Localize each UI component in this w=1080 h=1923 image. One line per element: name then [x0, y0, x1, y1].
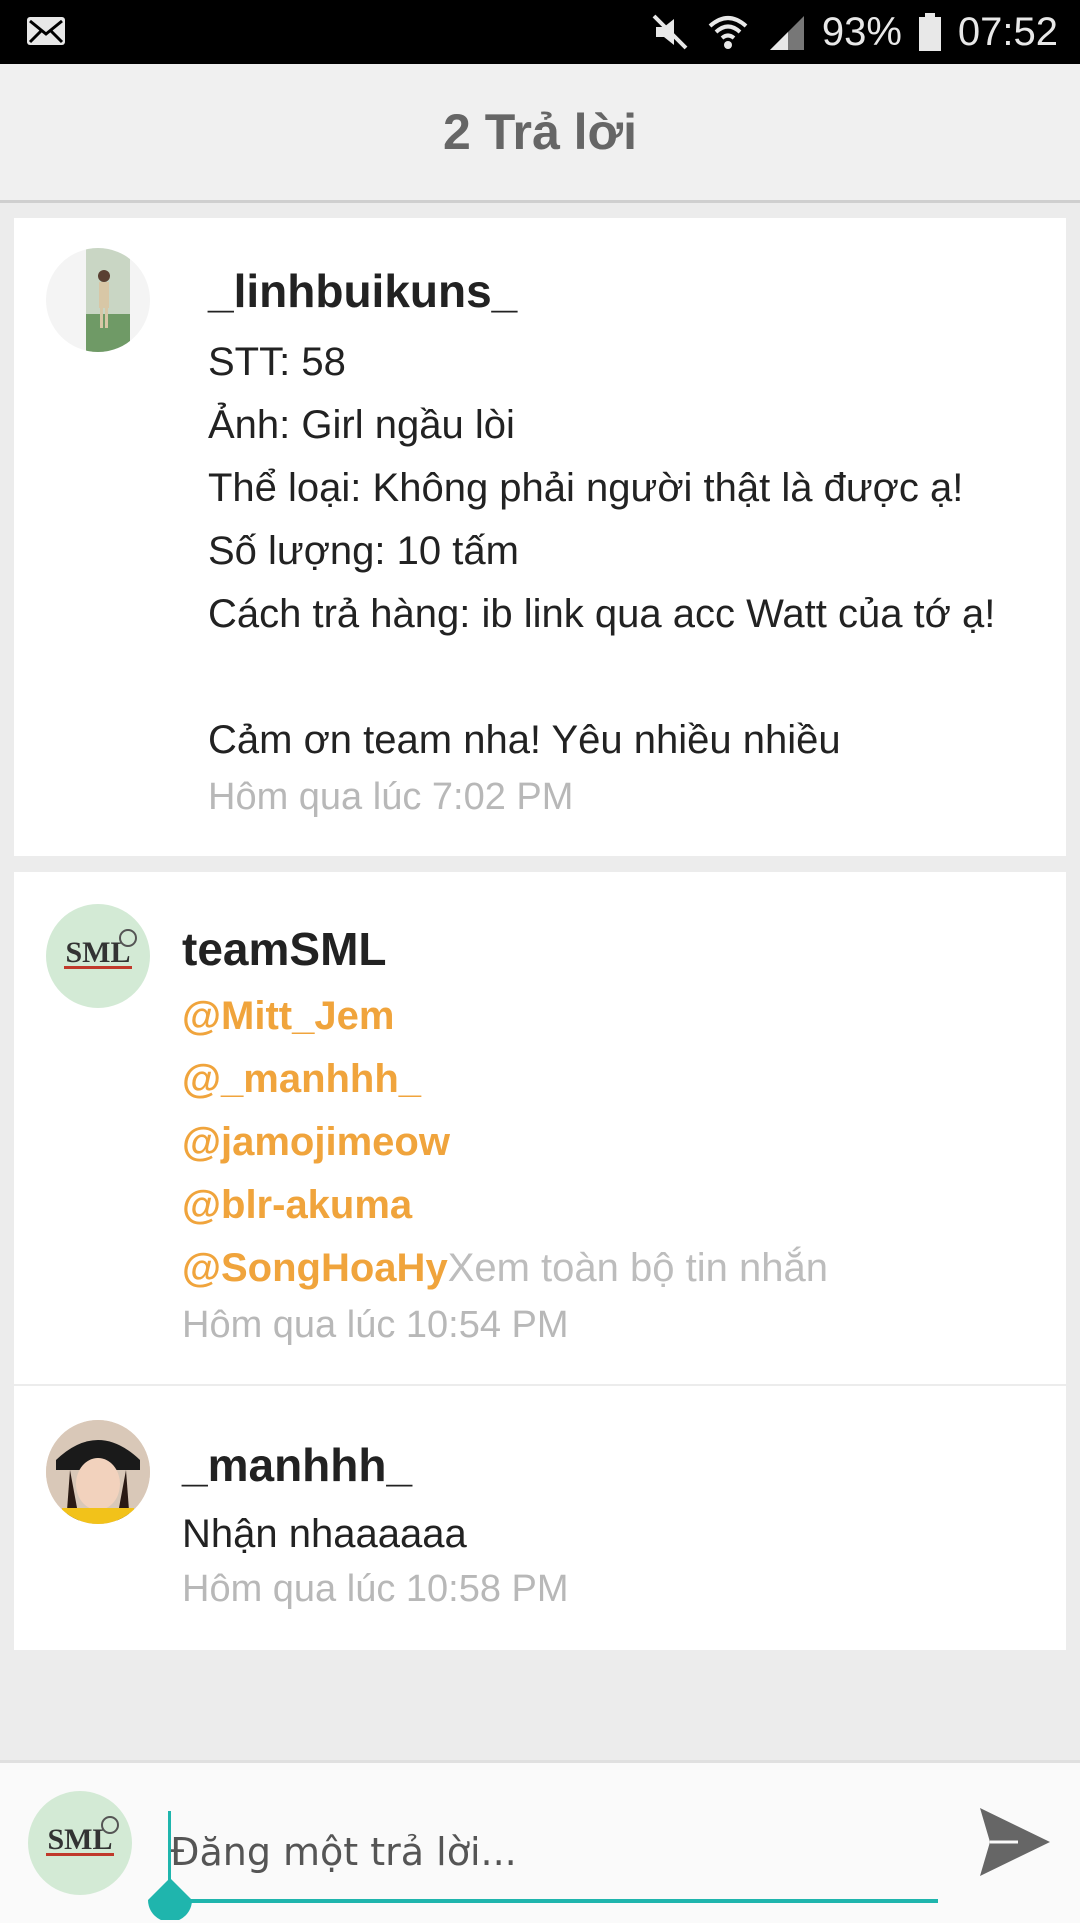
cursor-handle-icon[interactable] [144, 1878, 196, 1920]
avatar[interactable]: SML [46, 904, 150, 1008]
app-bar: 2 Trả lời [0, 64, 1080, 203]
reply-text: Nhận nhaaaaaa [182, 1512, 467, 1556]
post-line: STT: 58 [208, 340, 346, 384]
reply-input[interactable] [168, 1821, 942, 1883]
original-post: _linhbuikuns_ STT: 58 Ảnh: Girl ngầu lòi… [14, 218, 1066, 856]
input-underline [168, 1899, 938, 1903]
reply-username[interactable]: _manhhh_ [182, 1438, 412, 1492]
wifi-icon [708, 16, 748, 49]
post-line: Cách trả hàng: ib link qua acc Watt của … [208, 592, 996, 636]
post-timestamp: Hôm qua lúc 7:02 PM [208, 776, 574, 818]
post-line: Cảm ơn team nha! Yêu nhiều nhiều [208, 718, 841, 762]
reply-timestamp: Hôm qua lúc 10:58 PM [182, 1568, 569, 1610]
mention-row: @SongHoaHyXem toàn bộ tin nhắn [182, 1246, 828, 1291]
mention-link[interactable]: @Mitt_Jem [182, 994, 394, 1039]
signal-icon [769, 16, 804, 50]
mention-link[interactable]: @SongHoaHy [182, 1246, 448, 1290]
mention-link[interactable]: @jamojimeow [182, 1120, 450, 1165]
status-bar: 93% 07:52 [0, 0, 1080, 64]
page-title: 2 Trả lời [443, 104, 637, 160]
avatar[interactable] [46, 1420, 150, 1524]
post-line: Số lượng: 10 tấm [208, 529, 519, 573]
replies-list: SML teamSML @Mitt_Jem @_manhhh_ @jamojim… [14, 872, 1066, 1650]
reply-username[interactable]: teamSML [182, 922, 386, 976]
post-line: Thể loại: Không phải người thật là được … [208, 466, 964, 510]
divider [14, 1384, 1066, 1386]
sml-logo-icon: SML [46, 1816, 119, 1856]
mute-icon [652, 14, 688, 50]
avatar-photo-icon [46, 1420, 150, 1524]
mail-icon [27, 17, 65, 45]
post-username[interactable]: _linhbuikuns_ [208, 264, 517, 318]
avatar[interactable] [46, 248, 150, 352]
clock: 07:52 [957, 9, 1058, 54]
mention-link[interactable]: @_manhhh_ [182, 1057, 421, 1102]
reply-timestamp: Hôm qua lúc 10:54 PM [182, 1304, 569, 1346]
battery-percent: 93% [821, 9, 902, 54]
avatar: SML [28, 1791, 132, 1895]
see-all-link[interactable]: Xem toàn bộ tin nhắn [448, 1246, 828, 1290]
avatar-photo-icon [86, 248, 130, 352]
post-line: Ảnh: Girl ngầu lòi [208, 403, 515, 447]
sml-logo-icon: SML [64, 929, 137, 969]
mention-link[interactable]: @blr-akuma [182, 1183, 412, 1228]
battery-icon [918, 13, 941, 51]
send-icon[interactable] [978, 1806, 1052, 1878]
